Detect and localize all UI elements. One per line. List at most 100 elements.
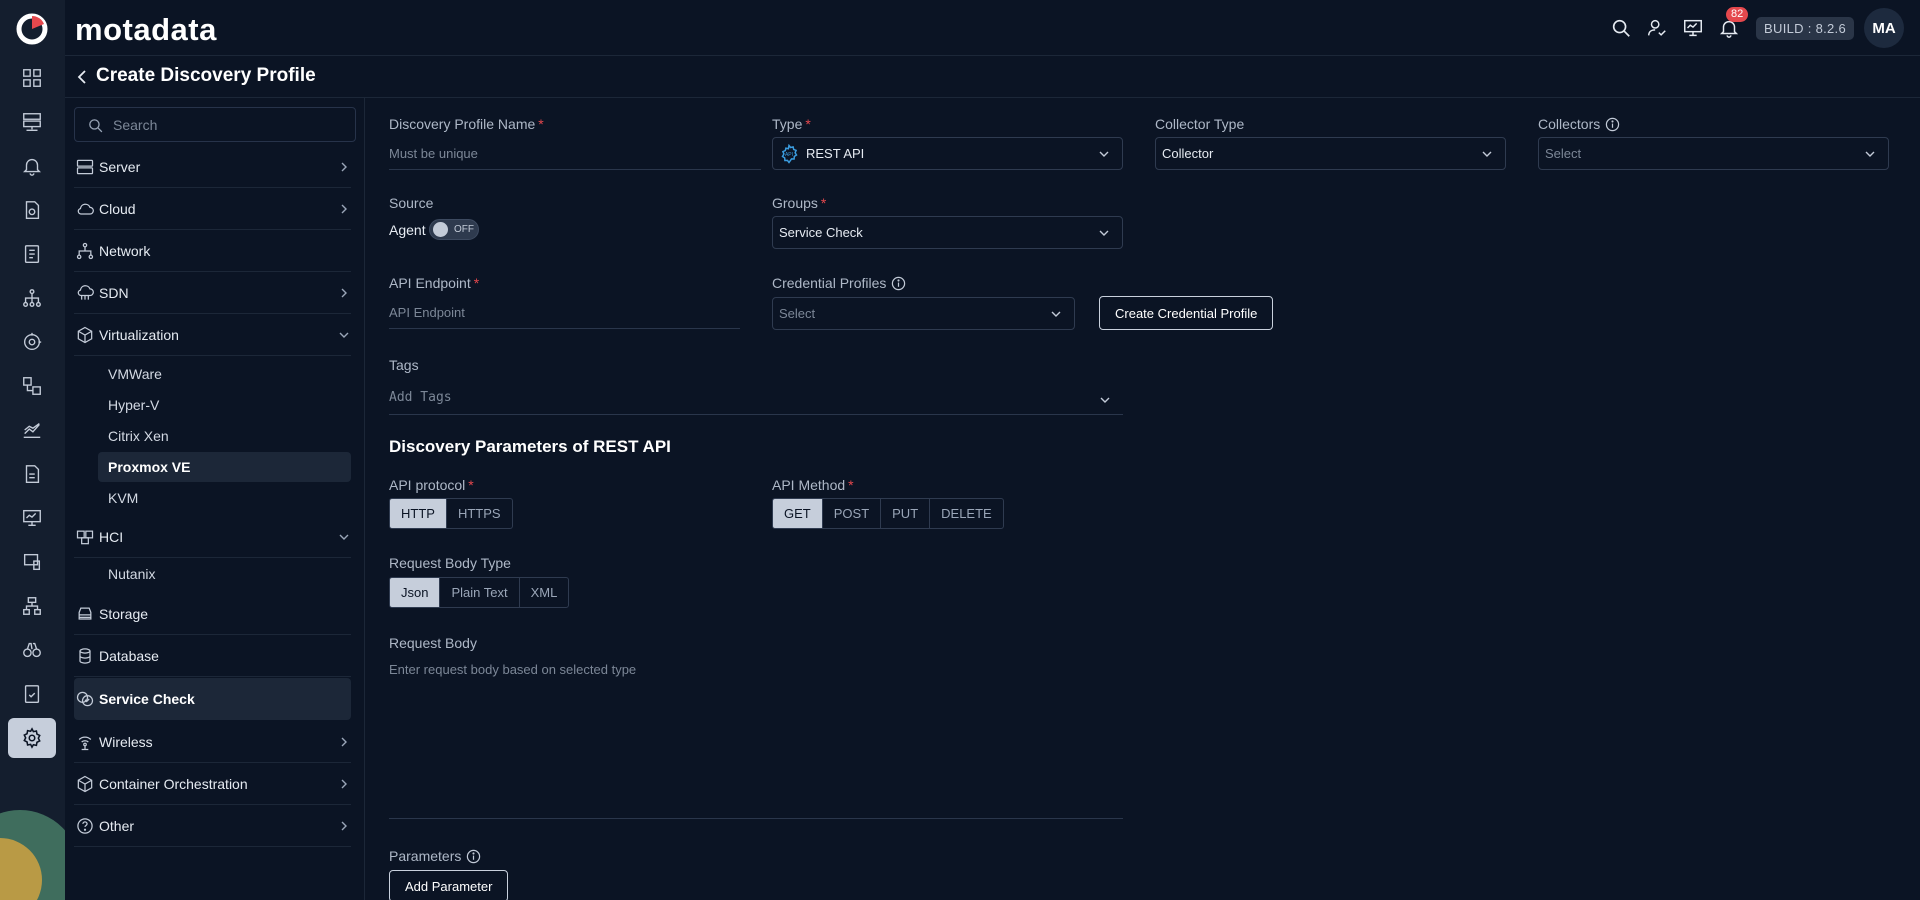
sub-item-proxmox-ve[interactable]: Proxmox VE <box>98 452 351 482</box>
chevron-down-icon <box>339 534 349 540</box>
info-icon[interactable] <box>466 849 481 864</box>
category-hci[interactable]: HCI <box>74 516 351 558</box>
api-endpoint-label: API Endpoint * <box>389 275 480 291</box>
request-body-divider <box>389 818 1123 819</box>
source-label: Source <box>389 195 434 211</box>
topology-icon[interactable] <box>14 280 50 316</box>
toggle-knob <box>433 222 448 237</box>
create-credential-profile-button[interactable]: Create Credential Profile <box>1099 296 1274 330</box>
collector-type-select[interactable]: Collector <box>1155 137 1506 170</box>
protocol-https-option[interactable]: HTTPS <box>447 499 512 528</box>
search-icon[interactable] <box>1608 15 1634 41</box>
category-sdn[interactable]: SDN <box>74 272 351 314</box>
discovery-icon[interactable] <box>14 324 50 360</box>
api-method-segment: GET POST PUT DELETE <box>772 498 1004 529</box>
category-container-orchestration[interactable]: Container Orchestration <box>74 763 351 805</box>
alerts-bell-icon[interactable] <box>14 148 50 184</box>
category-search-input[interactable] <box>113 108 343 141</box>
sub-item-kvm[interactable]: KVM <box>98 483 351 513</box>
category-label: Server <box>99 158 141 175</box>
log-icon[interactable] <box>14 192 50 228</box>
back-arrow-icon[interactable] <box>73 67 93 87</box>
servers-icon[interactable] <box>14 104 50 140</box>
agent-toggle[interactable]: OFF <box>429 219 479 240</box>
report-icon[interactable] <box>14 236 50 272</box>
collector-type-value: Collector <box>1162 146 1214 161</box>
method-get-option[interactable]: GET <box>773 499 823 528</box>
app-logo-icon[interactable] <box>14 11 50 47</box>
dashboard-icon[interactable] <box>14 60 50 96</box>
credential-profiles-select[interactable]: Select <box>772 297 1075 330</box>
category-server[interactable]: Server <box>74 146 351 188</box>
sub-item-hyper-v[interactable]: Hyper-V <box>98 390 351 420</box>
cloud-icon <box>75 199 95 219</box>
request-body-type-label: Request Body Type <box>389 555 511 571</box>
credential-profiles-value: Select <box>779 306 816 321</box>
build-version-badge: BUILD : 8.2.6 <box>1756 16 1854 40</box>
category-label: Service Check <box>99 691 195 707</box>
settings-gear-icon[interactable] <box>8 718 56 758</box>
cube-icon <box>75 325 95 345</box>
info-icon[interactable] <box>891 276 906 291</box>
api-protocol-segment: HTTP HTTPS <box>389 498 513 529</box>
document-icon[interactable] <box>14 456 50 492</box>
sub-item-nutanix[interactable]: Nutanix <box>98 559 351 589</box>
sub-item-vmware[interactable]: VMWare <box>98 359 351 389</box>
chevron-right-icon <box>341 737 347 747</box>
method-post-option[interactable]: POST <box>823 499 882 528</box>
nav-rail <box>0 0 65 900</box>
category-network[interactable]: Network <box>74 230 351 272</box>
device-icon[interactable] <box>14 544 50 580</box>
category-wireless[interactable]: Wireless <box>74 721 351 763</box>
network-map-icon[interactable] <box>14 588 50 624</box>
chevron-down-icon <box>1099 151 1109 157</box>
binoculars-icon[interactable] <box>14 632 50 668</box>
hci-icon <box>75 527 95 547</box>
storage-icon <box>75 604 95 624</box>
category-database[interactable]: Database <box>74 635 351 677</box>
category-service-check[interactable]: Service Check <box>74 678 351 720</box>
type-value: REST API <box>806 146 865 161</box>
profile-name-input[interactable] <box>389 138 761 169</box>
parameters-label: Parameters <box>389 848 481 864</box>
info-icon[interactable] <box>1605 117 1620 132</box>
user-check-icon[interactable] <box>1644 15 1670 41</box>
monitor-icon[interactable] <box>14 500 50 536</box>
metric-explorer-icon[interactable] <box>14 412 50 448</box>
notifications-bell-icon[interactable]: 82 <box>1716 7 1749 41</box>
category-other[interactable]: Other <box>74 805 351 847</box>
add-parameter-button[interactable]: Add Parameter <box>389 870 509 900</box>
sdn-cloud-icon <box>75 283 95 303</box>
method-put-option[interactable]: PUT <box>881 499 931 528</box>
server-icon <box>75 157 95 177</box>
audit-icon[interactable] <box>14 676 50 712</box>
body-type-plain-text-option[interactable]: Plain Text <box>440 578 520 607</box>
chevron-down-icon <box>1051 311 1061 317</box>
network-icon <box>75 241 95 261</box>
method-delete-option[interactable]: DELETE <box>930 499 1003 528</box>
brand-logo[interactable]: motadata <box>75 12 217 48</box>
request-body-textarea[interactable]: Enter request body based on selected typ… <box>389 662 636 677</box>
type-select[interactable]: API REST API <box>772 137 1123 170</box>
category-storage[interactable]: Storage <box>74 593 351 635</box>
protocol-http-option[interactable]: HTTP <box>390 499 447 528</box>
category-virtualization[interactable]: Virtualization <box>74 314 351 356</box>
groups-value: Service Check <box>779 225 863 240</box>
api-method-label: API Method * <box>772 477 854 493</box>
chevron-down-icon <box>1100 397 1110 403</box>
body-type-json-option[interactable]: Json <box>390 578 441 607</box>
body-type-xml-option[interactable]: XML <box>520 578 569 607</box>
groups-select[interactable]: Service Check <box>772 216 1123 249</box>
tags-input[interactable]: Add Tags <box>389 382 1123 415</box>
category-cloud[interactable]: Cloud <box>74 188 351 230</box>
top-bar: motadata 82 BUILD : 8.2.6 MA <box>65 0 1920 56</box>
user-avatar[interactable]: MA <box>1864 8 1904 48</box>
sub-item-citrix-xen[interactable]: Citrix Xen <box>98 421 351 451</box>
api-endpoint-input[interactable] <box>389 297 740 328</box>
monitor-chart-icon[interactable] <box>1680 15 1706 41</box>
page-title: Create Discovery Profile <box>96 65 316 86</box>
collectors-select[interactable]: Select <box>1538 137 1889 170</box>
workflow-icon[interactable] <box>14 368 50 404</box>
search-icon <box>89 119 103 133</box>
profile-name-label: Discovery Profile Name * <box>389 116 544 132</box>
